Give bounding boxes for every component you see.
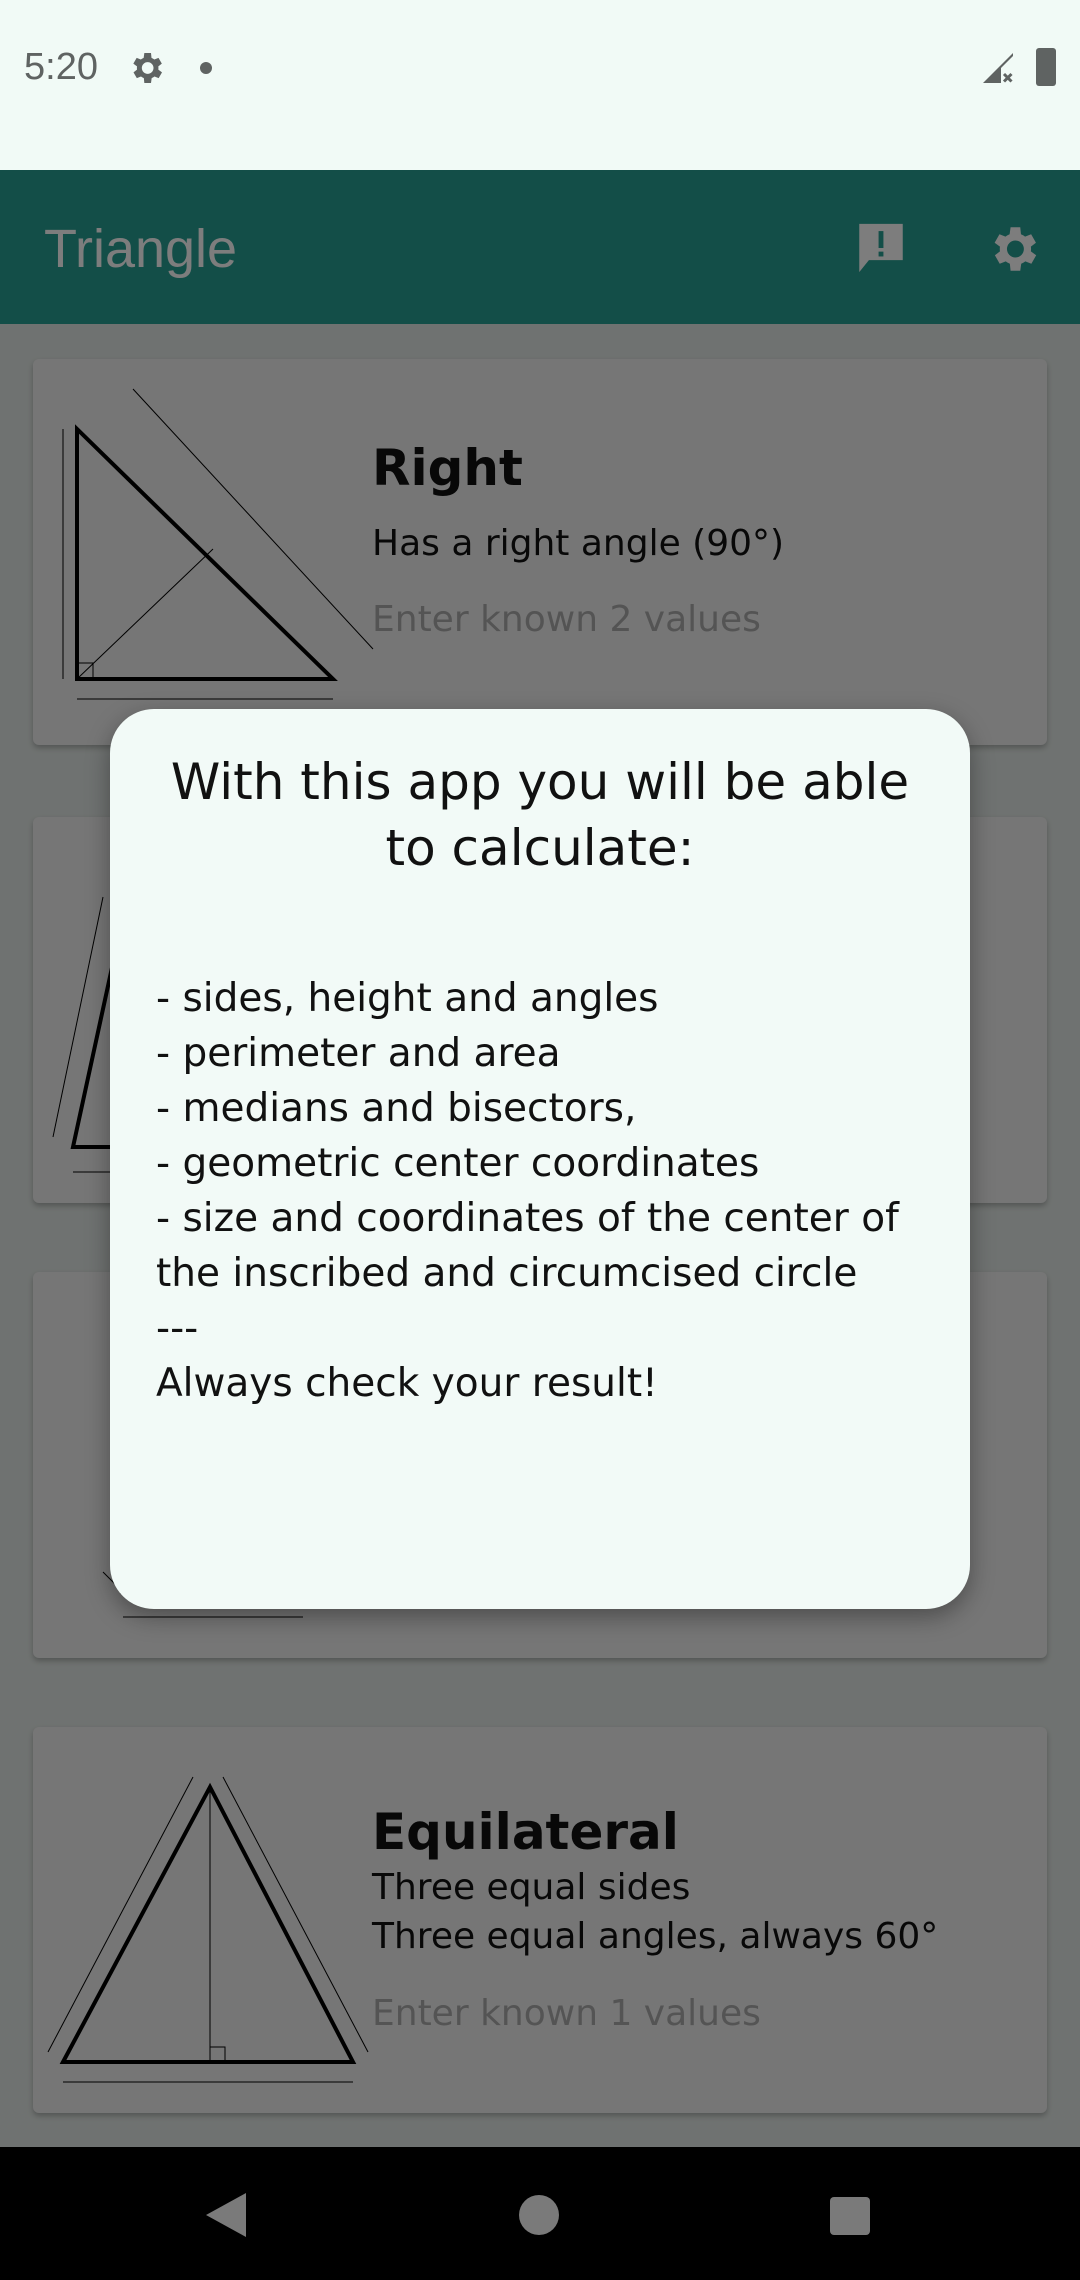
recents-icon[interactable] bbox=[830, 2197, 870, 2235]
status-time: 5:20 bbox=[24, 46, 98, 88]
dialog-body: - sides, height and angles - perimeter a… bbox=[156, 976, 899, 1406]
status-bar: 5:20 bbox=[0, 0, 1080, 170]
info-dialog: With this app you will be able to calcul… bbox=[110, 709, 970, 1609]
battery-icon bbox=[1036, 48, 1056, 86]
back-icon[interactable] bbox=[206, 2193, 246, 2237]
home-icon[interactable] bbox=[519, 2195, 559, 2235]
notification-dot-icon bbox=[200, 62, 212, 74]
gear-icon bbox=[133, 53, 162, 83]
signal-off-icon bbox=[983, 53, 1013, 83]
navigation-bar bbox=[0, 2147, 1080, 2280]
dialog-title: With this app you will be able to calcul… bbox=[170, 753, 910, 877]
